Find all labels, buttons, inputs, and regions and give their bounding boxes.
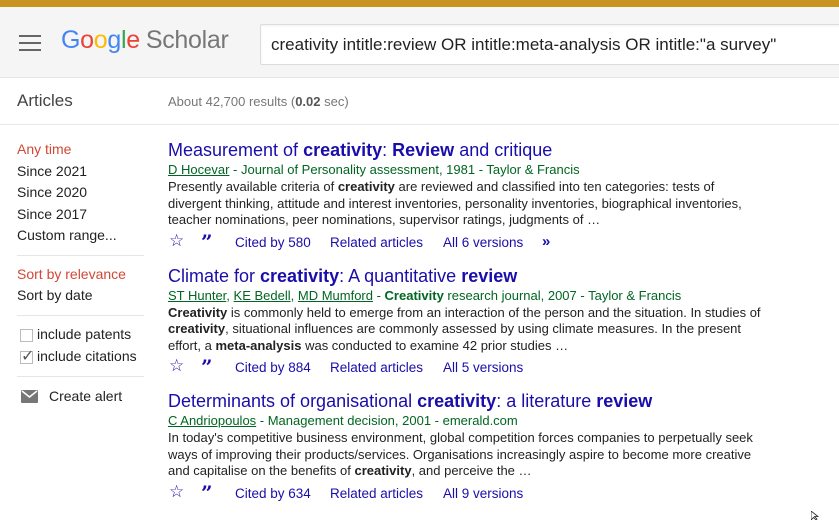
include-patents-checkbox[interactable]: include patents	[17, 325, 147, 347]
include-citations-checkbox[interactable]: ✓ include citations	[17, 347, 147, 369]
filter-any-time[interactable]: Any time	[17, 140, 147, 162]
result-title-link[interactable]: Climate for creativity: A quantitative r…	[168, 265, 788, 287]
filter-since-2017[interactable]: Since 2017	[17, 205, 147, 227]
cited-by-link[interactable]: Cited by 884	[235, 358, 311, 378]
result-actions: ☆ ” Cited by 580 Related articles All 6 …	[168, 231, 788, 255]
cite-quote-icon[interactable]: ”	[201, 483, 212, 503]
related-articles-link[interactable]: Related articles	[330, 358, 423, 378]
result-meta: C Andriopoulos - Management decision, 20…	[168, 413, 518, 428]
filter-since-2020[interactable]: Since 2020	[17, 183, 147, 205]
articles-label[interactable]: Articles	[17, 91, 73, 111]
author-link[interactable]: D Hocevar	[168, 162, 229, 177]
result-title-link[interactable]: Measurement of creativity: Review and cr…	[168, 139, 788, 161]
save-star-icon[interactable]: ☆	[169, 482, 184, 502]
related-articles-link[interactable]: Related articles	[330, 484, 423, 504]
cite-quote-icon[interactable]: ”	[201, 357, 212, 377]
sort-by-relevance[interactable]: Sort by relevance	[17, 265, 147, 287]
cited-by-link[interactable]: Cited by 634	[235, 484, 311, 504]
cited-by-link[interactable]: Cited by 580	[235, 233, 311, 253]
result-actions: ☆ ” Cited by 634 Related articles All 9 …	[168, 482, 788, 506]
result-snippet: In today's competitive business environm…	[168, 430, 753, 478]
result-item: Determinants of organisational creativit…	[168, 390, 788, 506]
all-versions-link[interactable]: All 5 versions	[443, 358, 523, 378]
checkbox-unchecked-icon[interactable]	[20, 328, 33, 342]
result-item: Climate for creativity: A quantitative r…	[168, 265, 788, 381]
save-star-icon[interactable]: ☆	[169, 231, 184, 251]
author-link[interactable]: KE Bedell	[234, 288, 291, 303]
divider	[17, 254, 144, 256]
results-list: Measurement of creativity: Review and cr…	[168, 139, 788, 516]
filter-since-2021[interactable]: Since 2021	[17, 162, 147, 184]
result-meta: ST Hunter, KE Bedell, MD Mumford - Creat…	[168, 287, 682, 303]
result-snippet: Presently available criteria of creativi…	[168, 179, 742, 227]
author-link[interactable]: ST Hunter	[168, 288, 226, 303]
divider	[17, 314, 144, 316]
sidebar: Any time Since 2021 Since 2020 Since 201…	[17, 140, 147, 408]
search-input[interactable]: creativity intitle:review OR intitle:met…	[271, 35, 776, 55]
save-star-icon[interactable]: ☆	[169, 356, 184, 376]
envelope-icon	[21, 389, 38, 403]
search-box[interactable]: creativity intitle:review OR intitle:met…	[260, 24, 839, 65]
results-count: About 42,700 results (0.02 sec)	[168, 94, 349, 109]
author-link[interactable]: C Andriopoulos	[168, 413, 256, 428]
create-alert-button[interactable]: Create alert	[17, 386, 147, 408]
checkbox-checked-icon[interactable]: ✓	[20, 348, 34, 365]
filter-custom-range[interactable]: Custom range...	[17, 226, 147, 248]
results-subbar: Articles About 42,700 results (0.02 sec)	[0, 78, 839, 125]
result-title-link[interactable]: Determinants of organisational creativit…	[168, 390, 788, 412]
result-actions: ☆ ” Cited by 884 Related articles All 5 …	[168, 356, 788, 380]
result-snippet: Creativity is commonly held to emerge fr…	[168, 304, 761, 353]
related-articles-link[interactable]: Related articles	[330, 233, 423, 253]
top-accent-bar	[0, 0, 839, 7]
sort-by-date[interactable]: Sort by date	[17, 286, 147, 308]
result-item: Measurement of creativity: Review and cr…	[168, 139, 788, 255]
google-scholar-logo[interactable]: Google Scholar	[61, 26, 229, 55]
divider	[17, 375, 144, 377]
cite-quote-icon[interactable]: ”	[201, 232, 212, 252]
result-meta: D Hocevar - Journal of Personality asses…	[168, 162, 580, 177]
hamburger-menu-icon[interactable]	[19, 35, 41, 51]
all-versions-link[interactable]: All 9 versions	[443, 484, 523, 504]
header: Google Scholar creativity intitle:review …	[0, 7, 839, 78]
author-link[interactable]: MD Mumford	[298, 288, 373, 303]
mouse-cursor-icon	[811, 511, 820, 520]
more-chevron-icon[interactable]: »	[542, 232, 551, 252]
all-versions-link[interactable]: All 6 versions	[443, 233, 523, 253]
